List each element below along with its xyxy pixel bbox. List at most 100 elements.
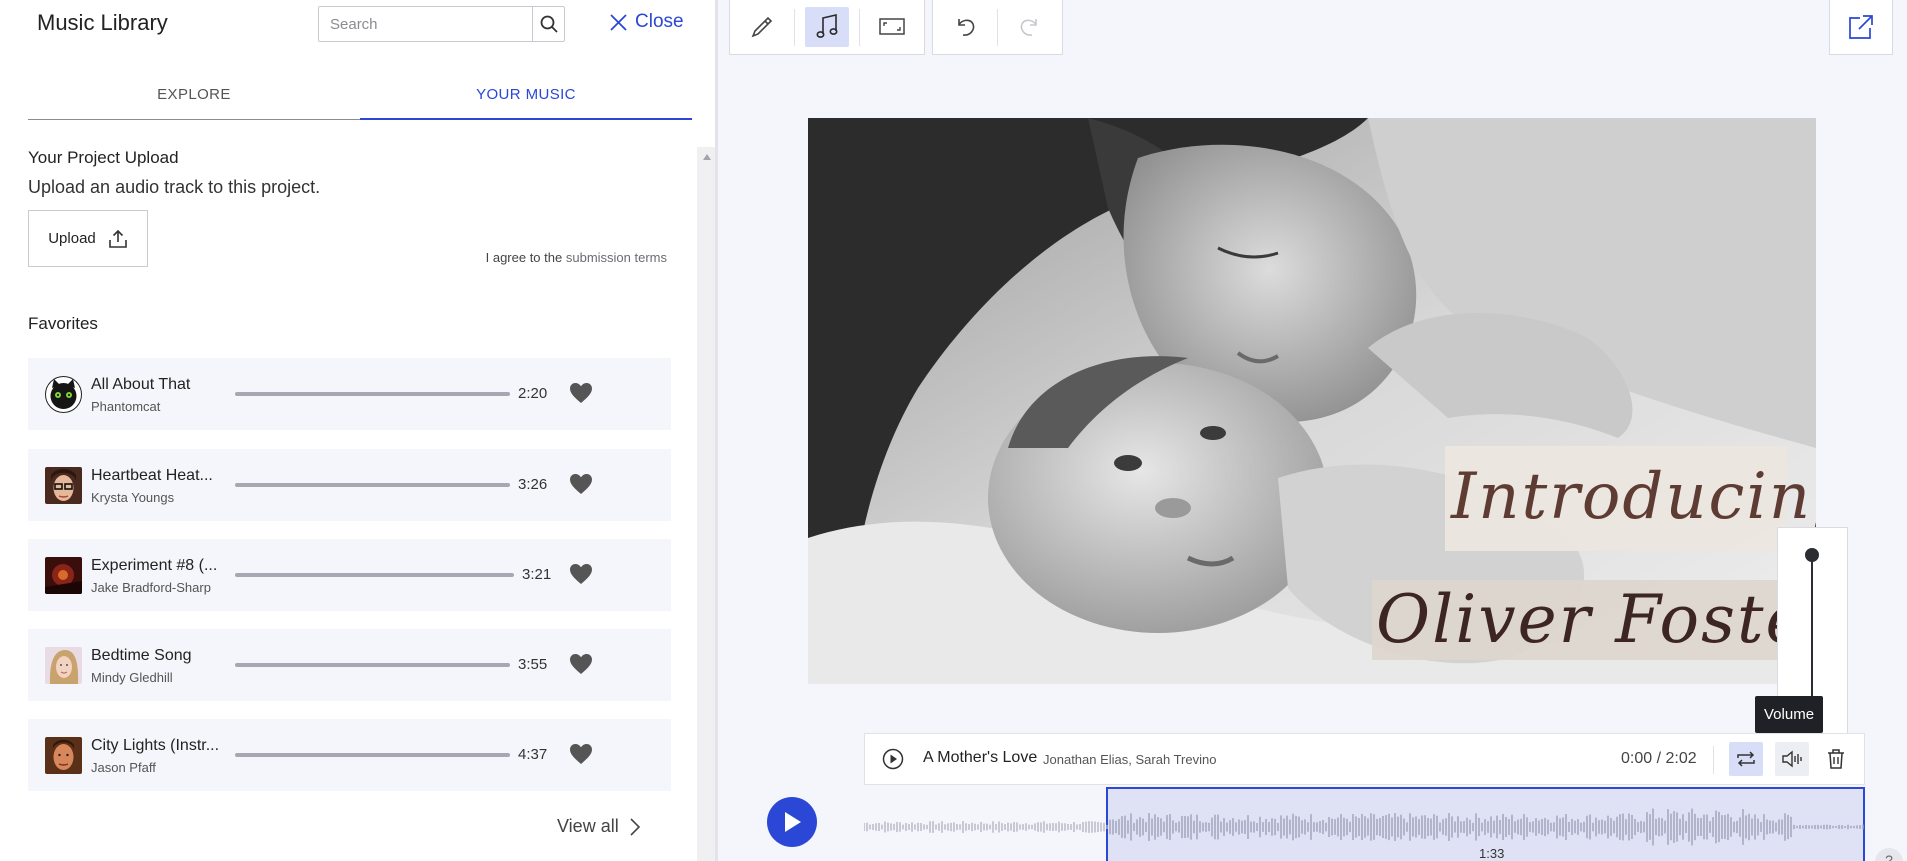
heart-icon[interactable]	[569, 473, 593, 495]
brush-tool-button[interactable]	[740, 7, 784, 47]
video-canvas[interactable]: Introducing Oliver Foster	[808, 118, 1816, 684]
history-group	[932, 0, 1063, 55]
aspect-ratio-icon	[879, 18, 905, 35]
upload-description: Upload an audio track to this project.	[28, 177, 321, 197]
upload-button[interactable]: Upload	[28, 210, 148, 267]
heart-icon[interactable]	[569, 743, 593, 765]
delete-button[interactable]	[1819, 742, 1853, 776]
volume-tooltip: Volume	[1755, 696, 1824, 733]
woman-glasses-avatar	[45, 467, 82, 504]
track-progress-bar[interactable]	[235, 573, 514, 577]
track-progress-bar[interactable]	[235, 753, 510, 757]
panel-title: Music Library	[37, 10, 168, 35]
tab-your-music[interactable]: YOUR MUSIC	[360, 78, 692, 120]
main-play-button[interactable]	[767, 797, 817, 847]
toolbar-divider	[859, 8, 860, 46]
track-duration: 3:55	[518, 656, 548, 673]
track-progress-bar[interactable]	[235, 483, 510, 487]
upload-label: Upload	[48, 230, 96, 247]
chevron-right-icon	[630, 817, 640, 836]
aspect-ratio-button[interactable]	[870, 7, 914, 47]
undo-button[interactable]	[943, 7, 987, 47]
audio-waveform[interactable]: 1:33	[864, 787, 1865, 861]
view-all-label: View all	[557, 816, 619, 836]
heart-icon[interactable]	[569, 653, 593, 675]
track-duration: 4:37	[518, 746, 548, 763]
heart-icon[interactable]	[569, 563, 593, 585]
tool-group	[729, 0, 925, 55]
search-button[interactable]	[532, 7, 564, 41]
favorites-heading: Favorites	[28, 314, 98, 333]
speaker-icon	[1782, 750, 1802, 768]
brush-icon	[751, 16, 773, 38]
volume-button[interactable]	[1775, 742, 1809, 776]
loop-icon	[1737, 751, 1755, 767]
library-tabs: EXPLORE YOUR MUSIC	[28, 78, 692, 120]
search-box	[318, 6, 565, 42]
track-duration: 3:26	[518, 476, 548, 493]
scrollbar[interactable]	[697, 147, 715, 861]
track-card[interactable]: Bedtime Song Mindy Gledhill 3:55	[28, 629, 671, 701]
terms-link[interactable]: submission terms	[566, 250, 667, 265]
audio-title: A Mother's Love	[923, 749, 1038, 766]
view-all-link[interactable]: View all	[557, 816, 641, 837]
audio-track-bar: A Mother's Love Jonathan Elias, Sarah Tr…	[864, 733, 1865, 785]
volume-slider-track[interactable]	[1811, 554, 1813, 711]
play-circle-icon[interactable]	[882, 748, 904, 770]
track-artist: Jake Bradford-Sharp	[91, 580, 211, 595]
track-duration: 3:21	[522, 566, 552, 583]
search-icon	[540, 15, 558, 33]
track-card[interactable]: City Lights (Instr... Jason Pfaff 4:37	[28, 719, 671, 791]
track-title: City Lights (Instr...	[91, 737, 220, 754]
undo-icon	[958, 19, 975, 36]
track-artist: Phantomcat	[91, 399, 161, 414]
tab-explore[interactable]: EXPLORE	[28, 78, 360, 120]
redo-icon	[1020, 19, 1037, 36]
track-progress-bar[interactable]	[235, 663, 510, 667]
trash-icon	[1828, 749, 1844, 769]
help-button[interactable]: ?	[1875, 848, 1903, 861]
track-artist: Mindy Gledhill	[91, 670, 173, 685]
heart-icon[interactable]	[569, 382, 593, 404]
track-title: Experiment #8 (...	[91, 557, 218, 574]
close-button[interactable]: Close	[610, 11, 684, 33]
search-input[interactable]	[330, 7, 530, 41]
track-card[interactable]: Heartbeat Heat... Krysta Youngs 3:26	[28, 449, 671, 521]
track-progress-bar[interactable]	[235, 392, 510, 396]
scroll-up-arrow-icon[interactable]	[703, 154, 711, 160]
track-card[interactable]: Experiment #8 (... Jake Bradford-Sharp 3…	[28, 539, 671, 611]
man-avatar	[45, 737, 82, 774]
track-artist: Krysta Youngs	[91, 490, 175, 505]
redo-button[interactable]	[1008, 7, 1052, 47]
terms-prefix: I agree to the	[485, 250, 563, 265]
track-duration: 2:20	[518, 385, 548, 402]
cat-avatar	[45, 376, 82, 413]
music-note-icon	[816, 14, 838, 38]
submission-terms: I agree to the submission terms	[486, 250, 667, 265]
volume-slider-handle[interactable]	[1805, 548, 1819, 562]
track-title: All About That	[91, 376, 191, 393]
share-external-icon	[1849, 15, 1873, 39]
music-library-panel: Music Library Close EXPLORE YOUR MUSIC Y…	[0, 0, 718, 861]
track-title: Heartbeat Heat...	[91, 467, 213, 484]
play-icon	[785, 812, 801, 832]
title-text-name[interactable]: Oliver Foster	[1372, 580, 1816, 660]
woman-avatar	[45, 647, 82, 684]
loop-button[interactable]	[1729, 742, 1763, 776]
waveform-graphic	[864, 808, 1864, 846]
upload-icon	[108, 229, 127, 248]
close-label: Close	[635, 11, 684, 32]
title-text-introducing[interactable]: Introducing	[1445, 446, 1816, 551]
toolbar-divider	[997, 8, 998, 46]
track-title: Bedtime Song	[91, 647, 192, 664]
upload-heading: Your Project Upload	[28, 148, 179, 167]
album-art	[45, 557, 82, 594]
toolbar-divider	[794, 8, 795, 46]
close-icon	[610, 13, 627, 31]
music-tool-button[interactable]	[805, 7, 849, 47]
share-button[interactable]	[1829, 0, 1893, 55]
track-card[interactable]: All About That Phantomcat 2:20	[28, 358, 671, 430]
audio-time: 0:00 / 2:02	[1621, 750, 1697, 767]
audio-artist: Jonathan Elias, Sarah Trevino	[1043, 752, 1217, 767]
playhead-time-label: 1:33	[1479, 846, 1505, 861]
